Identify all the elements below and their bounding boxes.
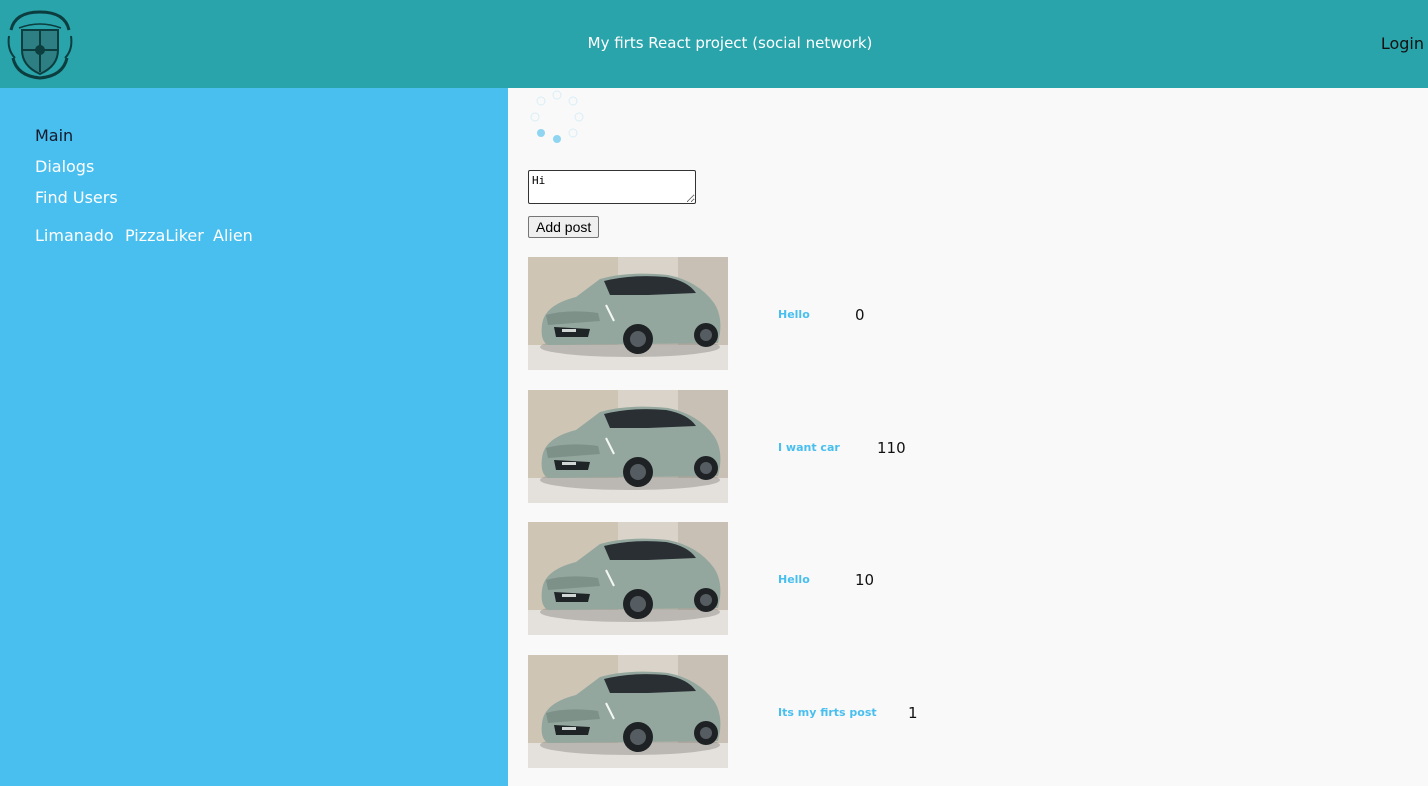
car-image <box>528 655 728 768</box>
car-image <box>528 390 728 503</box>
add-post-button[interactable]: Add post <box>528 216 600 238</box>
friend-limanado[interactable]: Limanado <box>35 226 114 245</box>
post-item: I want car 110 <box>528 390 1408 503</box>
login-link[interactable]: Login <box>1381 34 1424 53</box>
nav-item-find-users[interactable]: Find Users <box>35 188 118 207</box>
friend-alien[interactable]: Alien <box>213 226 253 245</box>
friend-pizzaliker[interactable]: PizzaLiker <box>125 226 204 245</box>
post-item: Hello 0 <box>528 257 1408 370</box>
like-count: 110 <box>877 439 906 457</box>
nav-item-main[interactable]: Main <box>35 126 73 145</box>
post-text: Hello <box>778 308 810 321</box>
post-text: Hello <box>778 573 810 586</box>
header: My firts React project (social network) … <box>0 0 1428 88</box>
car-image <box>528 522 728 635</box>
new-post-textarea[interactable]: Hi <box>528 170 696 204</box>
post-item: Hello 10 <box>528 522 1408 635</box>
like-count: 0 <box>855 306 865 324</box>
like-count: 10 <box>855 571 875 589</box>
like-count: 1 <box>908 704 918 722</box>
nav-item-dialogs[interactable]: Dialogs <box>35 157 94 176</box>
loading-spinner-icon <box>530 90 584 143</box>
sidebar: Main Dialogs Find Users Limanado PizzaLi… <box>0 88 508 786</box>
car-image <box>528 257 728 370</box>
app-title: My firts React project (social network) <box>587 34 873 52</box>
main-content: Hi Add post Hello 0 I want car 110 Hello… <box>508 88 1428 786</box>
post-text: I want car <box>778 441 840 454</box>
post-item: Its my firts post 1 <box>528 655 1408 768</box>
post-text: Its my firts post <box>778 706 877 719</box>
